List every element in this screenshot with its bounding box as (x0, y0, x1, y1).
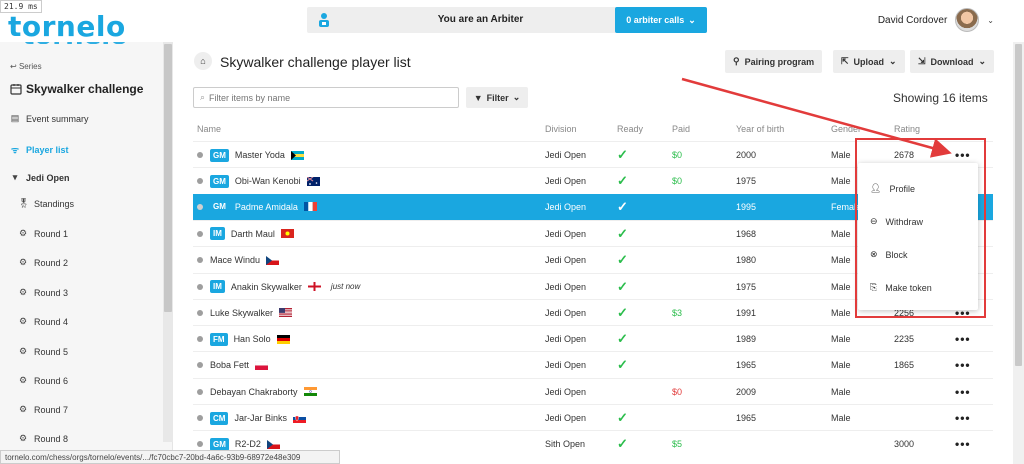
arbiter-bar: You are an Arbiter 0 arbiter calls ⌄ (307, 7, 707, 33)
top-bar: tornelo You are an Arbiter 0 arbiter cal… (0, 0, 1024, 43)
status-url: tornelo.com/chess/orgs/tornelo/events/..… (0, 450, 340, 464)
chevron-down-icon: ⌄ (987, 15, 994, 25)
timing-readout: 21.9 ms (0, 0, 42, 13)
arbiter-text: You are an Arbiter (437, 14, 524, 25)
page-scrollbar-thumb[interactable] (1015, 44, 1022, 366)
arbiter-calls-label: 0 arbiter calls (626, 15, 685, 25)
tornelo-logo[interactable]: tornelo (8, 10, 126, 43)
chevron-down-icon: ⌄ (688, 14, 696, 25)
user-name: David Cordover (877, 14, 948, 26)
arbiter-calls-button[interactable]: 0 arbiter calls ⌄ (615, 7, 707, 33)
annotation-arrow (681, 77, 952, 158)
user-menu[interactable]: David Cordover ⌄ (878, 8, 994, 32)
avatar (955, 8, 980, 32)
